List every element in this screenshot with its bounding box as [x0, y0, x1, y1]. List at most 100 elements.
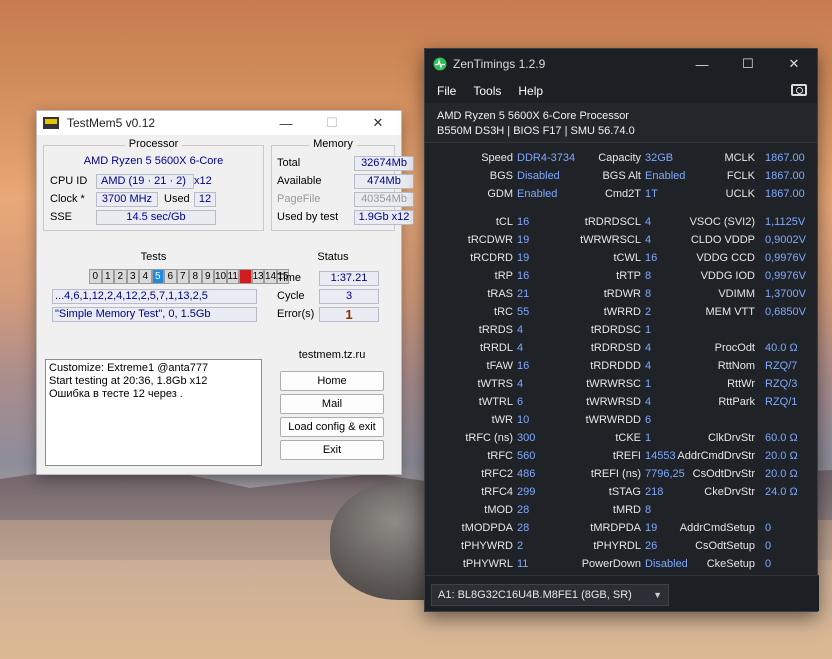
- pagefile-label: PageFile: [277, 193, 321, 205]
- timing-row: tRCDWR 19 tWRWRSCL 4 CLDO VDDP 0,9002V: [425, 231, 819, 249]
- cpu-id-value: AMD (19 · 21 · 2): [96, 174, 194, 189]
- timing-label: AddrCmdSetup: [679, 522, 755, 534]
- timing-label: RttWr: [727, 378, 755, 390]
- zentimings-titlebar[interactable]: ZenTimings 1.2.9 — ☐ ✕: [425, 49, 817, 79]
- pulse-icon: [433, 57, 447, 71]
- test-cell: 8: [189, 269, 202, 284]
- timing-label: tWTRL: [478, 396, 513, 408]
- processor-group-title: Processor: [124, 138, 183, 150]
- timing-label: tRTP: [616, 270, 641, 282]
- timing-value: 16: [645, 252, 658, 264]
- timing-value: 0,9976V: [765, 270, 806, 282]
- total-label: Total: [277, 157, 301, 169]
- timing-label: RttNom: [717, 360, 755, 372]
- timing-value: 26: [645, 540, 658, 552]
- cycle-value: 3: [319, 289, 379, 304]
- testmem-titlebar[interactable]: TestMem5 v0.12 — ☐ ✕: [37, 111, 401, 135]
- sse-value: 14.5 sec/Gb: [96, 210, 216, 225]
- test-cell: 0: [89, 269, 102, 284]
- timing-value: 300: [517, 432, 536, 444]
- timing-value: 55: [517, 306, 530, 318]
- menu-file[interactable]: File: [437, 84, 456, 98]
- maximize-button[interactable]: ☐: [725, 49, 771, 79]
- timing-row: tRFC (ns) 300 tCKE 1 ClkDrvStr 60.0 Ω: [425, 429, 819, 447]
- timing-value: 4: [645, 216, 652, 228]
- memory-group: Memory Total 32674Mb Available 474Mb Pag…: [271, 138, 414, 231]
- timing-row: tPHYWRL 11 PowerDown Disabled CkeSetup 0: [425, 555, 819, 573]
- timing-label: FCLK: [726, 170, 755, 182]
- timing-value: 1T: [645, 188, 658, 200]
- timing-row: tRFC2 486 tREFI (ns) 7796,25 CsOdtDrvStr 20.0…: [425, 465, 819, 483]
- timing-label: tWRWRSCL: [580, 234, 641, 246]
- menu-tools[interactable]: Tools: [473, 84, 501, 98]
- minimize-button[interactable]: —: [263, 111, 309, 135]
- timing-label: tRAS: [487, 288, 513, 300]
- timing-value: 7796,25: [645, 468, 685, 480]
- system-info: AMD Ryzen 5 5600X 6-Core Processor B550M…: [425, 103, 817, 143]
- timing-label: tREFI (ns): [590, 468, 641, 480]
- test-cell: 9: [201, 269, 214, 284]
- timing-value: 32GB: [645, 152, 674, 164]
- timing-label: CsOdtDrvStr: [692, 468, 755, 480]
- timing-value: 8: [645, 288, 652, 300]
- used-label: Used: [164, 193, 190, 205]
- timing-value: 19: [645, 522, 658, 534]
- timing-value: 4: [645, 234, 652, 246]
- timing-value: 1,3700V: [765, 288, 806, 300]
- test-cell: 11: [226, 269, 239, 284]
- timing-label: tRDRDSCL: [584, 216, 641, 228]
- timing-value: 0: [765, 522, 772, 534]
- timing-label: tREFI: [612, 450, 641, 462]
- timing-label: tRFC2: [481, 468, 513, 480]
- cycle-label: Cycle: [277, 290, 305, 302]
- chevron-down-icon: ▼: [653, 590, 662, 600]
- test-sequence: ...4,6,1,12,2,4,12,2,5,7,1,13,2,5: [52, 289, 257, 304]
- minimize-icon: —: [279, 115, 293, 131]
- test-cell: 5: [151, 269, 164, 284]
- used-by-test-label: Used by test: [277, 211, 339, 223]
- dimm-select[interactable]: A1: BL8G32C16U4B.M8FE1 (8GB, SR) ▼: [431, 584, 669, 606]
- timing-label: AddrCmdDrvStr: [677, 450, 755, 462]
- minimize-button[interactable]: —: [679, 49, 725, 79]
- log-line: Start testing at 20:36, 1.8Gb x12: [49, 375, 208, 387]
- timing-value: 1,1125V: [765, 216, 806, 228]
- timing-label: tWRWRDD: [585, 414, 641, 426]
- timing-label: BGS: [489, 170, 513, 182]
- timing-label: tMOD: [484, 504, 513, 516]
- close-button[interactable]: ✕: [355, 111, 401, 135]
- timing-row: tRP 16 tRTP 8 VDDG IOD 0,9976V: [425, 267, 819, 285]
- timing-value: 0,6850V: [765, 306, 806, 318]
- screenshot-camera-icon[interactable]: [791, 84, 807, 96]
- timing-row: tRFC4 299 tSTAG 218 CkeDrvStr 24.0 Ω: [425, 483, 819, 501]
- timing-label: tCWL: [613, 252, 642, 264]
- test-cell: 13: [251, 269, 264, 284]
- mail-button[interactable]: Mail: [280, 394, 384, 414]
- available-value: 474Mb: [354, 174, 414, 189]
- status-group-title: Status: [313, 251, 353, 263]
- timing-value: RZQ/1: [765, 396, 798, 408]
- home-button[interactable]: Home: [280, 371, 384, 391]
- close-button[interactable]: ✕: [771, 49, 817, 79]
- test-description: "Simple Memory Test", 0, 1.5Gb: [52, 307, 257, 322]
- timing-row: tRAS 21 tRDWR 8 VDIMM 1,3700V: [425, 285, 819, 303]
- timing-value: 21: [517, 288, 530, 300]
- timing-label: tCL: [495, 216, 513, 228]
- timing-label: BGS Alt: [602, 170, 641, 182]
- menu-help[interactable]: Help: [518, 84, 543, 98]
- log-box[interactable]: Customize: Extreme1 @anta777 Start testi…: [45, 359, 262, 466]
- timing-value: 560: [517, 450, 536, 462]
- timing-row: tWTRS 4 tWRWRSC 1 RttWr RZQ/3: [425, 375, 819, 393]
- load-config-exit-button[interactable]: Load config & exit: [280, 417, 384, 437]
- timing-label: tRFC (ns): [465, 432, 513, 444]
- timing-value: 8: [645, 270, 652, 282]
- dimm-select-value: A1: BL8G32C16U4B.M8FE1 (8GB, SR): [438, 589, 632, 601]
- timing-row: tMODPDA 28 tMRDPDA 19 AddrCmdSetup 0: [425, 519, 819, 537]
- used-by-test-value: 1.9Gb x12: [354, 210, 414, 225]
- exit-button[interactable]: Exit: [280, 440, 384, 460]
- timing-value: 0: [765, 558, 772, 570]
- test-cell: 2: [114, 269, 127, 284]
- timing-value: 218: [645, 486, 664, 498]
- timing-row: tRC 55 tWRRD 2 MEM VTT 0,6850V: [425, 303, 819, 321]
- test-cell: 6: [164, 269, 177, 284]
- timing-row: tRCDRD 19 tCWL 16 VDDG CCD 0,9976V: [425, 249, 819, 267]
